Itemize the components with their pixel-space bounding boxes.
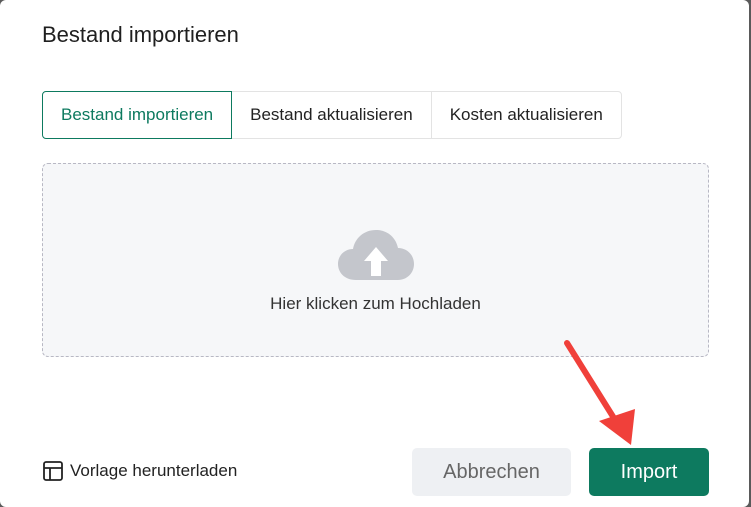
import-button[interactable]: Import [589,448,709,496]
tab-kosten-aktualisieren[interactable]: Kosten aktualisieren [430,91,622,139]
download-template-label: Vorlage herunterladen [70,461,238,480]
cloud-upload-icon [338,230,414,280]
import-dialog: Bestand importieren Bestand importieren … [0,0,749,507]
dialog-title: Bestand importieren [42,22,239,47]
layout-template-icon [43,461,63,481]
tab-bestand-importieren[interactable]: Bestand importieren [42,91,233,139]
cancel-button[interactable]: Abbrechen [412,448,571,496]
tab-bestand-aktualisieren[interactable]: Bestand aktualisieren [231,91,432,139]
download-template-link[interactable]: Vorlage herunterladen [42,459,237,483]
tab-group: Bestand importieren Bestand aktualisiere… [42,91,622,139]
upload-dropzone[interactable]: Hier klicken zum Hochladen [42,163,709,357]
upload-hint-text: Hier klicken zum Hochladen [270,294,481,313]
